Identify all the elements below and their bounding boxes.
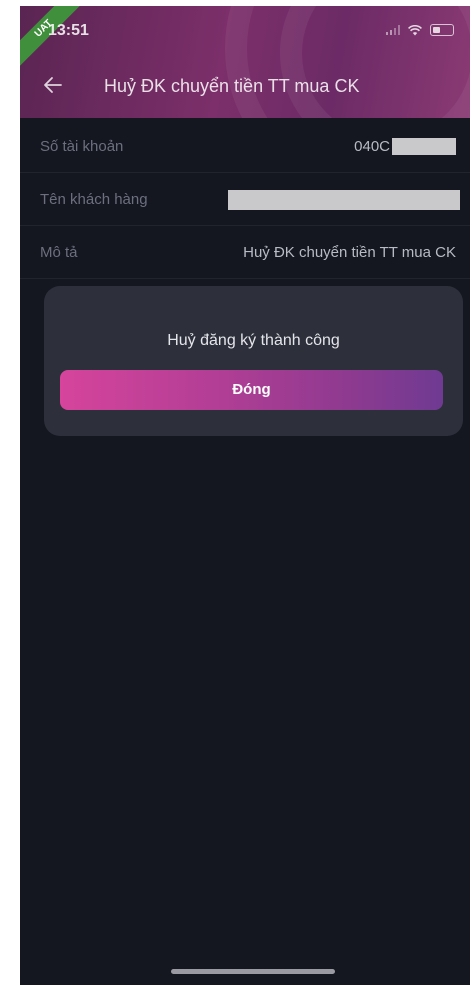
description-value: Huỷ ĐK chuyển tiền TT mua CK [243,244,456,261]
dialog-message: Huỷ đăng ký thành công [167,332,340,349]
page-title: Huỷ ĐK chuyển tiền TT mua CK [104,76,360,96]
description-label: Mô tả [40,244,78,261]
detail-row-description: Mô tả Huỷ ĐK chuyển tiền TT mua CK [20,226,470,279]
status-icons [386,24,454,36]
signal-icon [386,25,400,35]
customer-name-label: Tên khách hàng [40,191,148,208]
detail-row-account-number: Số tài khoản 040C [20,120,470,173]
decorative-ring [280,6,470,118]
redacted-block [392,138,456,155]
success-dialog: Huỷ đăng ký thành công Đóng [44,286,463,436]
home-indicator[interactable] [171,969,335,974]
account-number-value: 040C [354,138,456,155]
status-time: 13:51 [48,22,89,39]
app-header: UAT 13:51 Huỷ ĐK chuyển tiền TT mua CK [20,6,470,118]
wifi-icon [408,24,422,35]
phone-screen: UAT 13:51 Huỷ ĐK chuyển tiền TT mua CK S… [20,6,470,985]
account-number-text: 040C [354,138,390,155]
detail-list: Số tài khoản 040C Tên khách hàng Mô tả H… [20,120,470,279]
account-number-label: Số tài khoản [40,138,124,155]
battery-icon [430,24,454,36]
back-arrow-icon[interactable] [42,74,64,96]
redacted-block [228,190,460,210]
close-button[interactable]: Đóng [60,370,443,410]
